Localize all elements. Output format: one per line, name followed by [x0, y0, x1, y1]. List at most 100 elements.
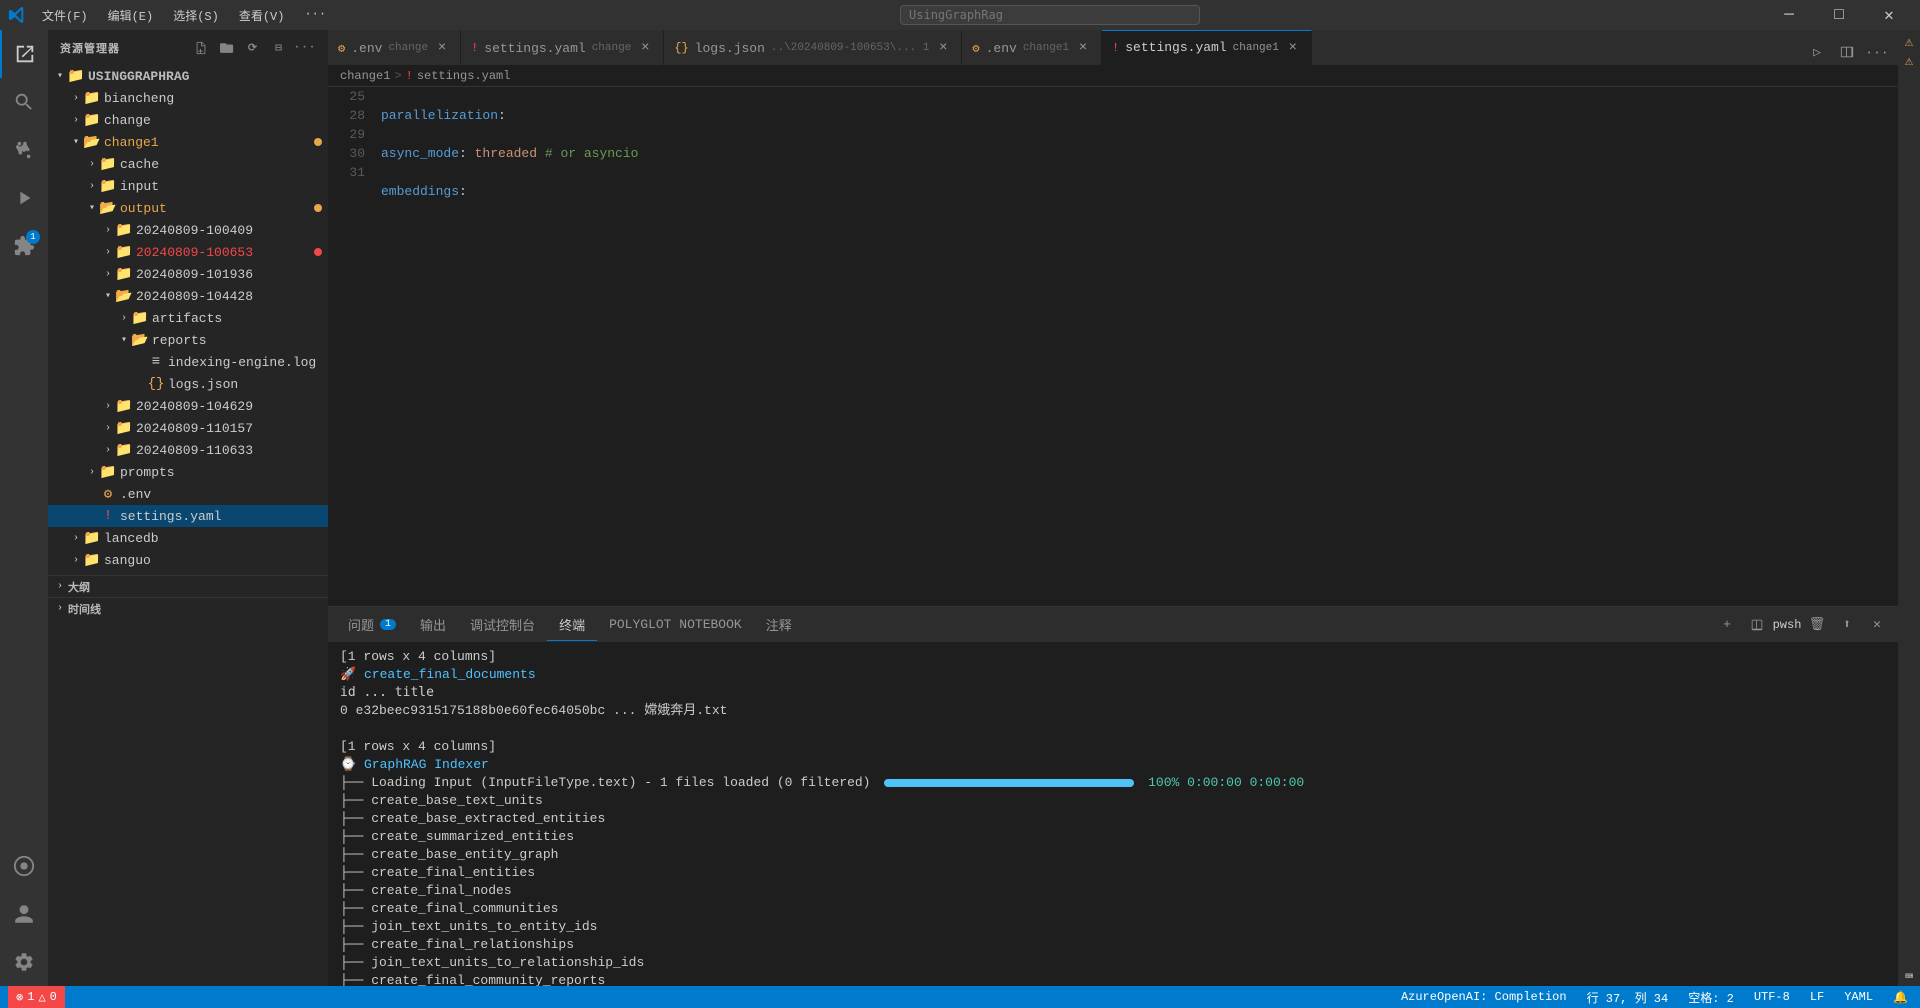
panel-tab-output[interactable]: 输出: [408, 609, 458, 641]
terminal-content[interactable]: [1 rows x 4 columns] 🚀 create_final_docu…: [328, 642, 1898, 986]
sidebar-item-artifacts[interactable]: › 📁 artifacts: [48, 307, 328, 329]
menu-more[interactable]: ···: [296, 5, 334, 26]
panel-tab-terminal[interactable]: 终端: [547, 609, 597, 641]
tree-label: cache: [120, 157, 328, 172]
status-lang[interactable]: YAML: [1840, 990, 1877, 1004]
sidebar-item-log[interactable]: › ≡ indexing-engine.log: [48, 351, 328, 373]
maximize-panel-button[interactable]: ⬆: [1834, 612, 1860, 638]
status-errors[interactable]: ⊗ 1 △ 0: [8, 986, 65, 1008]
sidebar-item-110157[interactable]: › 📁 20240809-110157: [48, 417, 328, 439]
sidebar-item-100653[interactable]: › 📁 20240809-100653: [48, 241, 328, 263]
tree-label: output: [120, 201, 314, 216]
tab-env-change[interactable]: ⚙ .env change ×: [328, 30, 461, 65]
activity-settings[interactable]: [0, 938, 48, 986]
sidebar-section-outline[interactable]: › 大纲: [48, 575, 328, 597]
close-button[interactable]: ✕: [1866, 0, 1912, 30]
run-button[interactable]: ▷: [1804, 39, 1830, 65]
new-folder-button[interactable]: [216, 37, 238, 59]
sidebar-item-input[interactable]: › 📁 input: [48, 175, 328, 197]
status-encoding[interactable]: UTF-8: [1750, 990, 1794, 1004]
sidebar-item-104629[interactable]: › 📁 20240809-104629: [48, 395, 328, 417]
chevron-right-icon: ›: [100, 266, 116, 282]
split-editor-button[interactable]: [1834, 39, 1860, 65]
sidebar-item-cache[interactable]: › 📁 cache: [48, 153, 328, 175]
sidebar-item-reports[interactable]: ▾ 📂 reports: [48, 329, 328, 351]
new-file-button[interactable]: [190, 37, 212, 59]
tree-label: biancheng: [104, 91, 328, 106]
status-bell[interactable]: 🔔: [1889, 990, 1912, 1005]
new-terminal-button[interactable]: +: [1714, 612, 1740, 638]
menu-view[interactable]: 查看(V): [231, 5, 293, 26]
tab-logs-json[interactable]: {} logs.json ..\20240809-100653\... 1 ×: [664, 30, 962, 65]
tab-label: .env: [986, 41, 1017, 56]
terminal-line: ├── create_final_relationships: [340, 936, 1886, 954]
activity-source-control[interactable]: [0, 126, 48, 174]
terminal-line: ├── create_final_entities: [340, 864, 1886, 882]
breadcrumb-part[interactable]: change1: [340, 69, 390, 83]
sidebar-item-settings-yaml[interactable]: › ! settings.yaml: [48, 505, 328, 527]
collapse-button[interactable]: ⊟: [268, 37, 290, 59]
panel-tab-label: 输出: [420, 615, 446, 634]
tab-close-button[interactable]: ×: [1285, 40, 1301, 56]
panel-tab-polyglot[interactable]: POLYGLOT NOTEBOOK: [597, 611, 754, 639]
breadcrumb-file[interactable]: settings.yaml: [417, 69, 511, 83]
tab-close-button[interactable]: ×: [637, 40, 653, 56]
sidebar-item-100409[interactable]: › 📁 20240809-100409: [48, 219, 328, 241]
status-azure[interactable]: AzureOpenAI: Completion: [1397, 990, 1571, 1004]
tab-close-button[interactable]: ×: [434, 40, 450, 56]
sidebar-item-prompts[interactable]: › 📁 prompts: [48, 461, 328, 483]
tree-label: sanguo: [104, 553, 328, 568]
sidebar-item-sanguo[interactable]: › 📁 sanguo: [48, 549, 328, 571]
more-button[interactable]: ···: [294, 37, 316, 59]
tab-settings-change[interactable]: ! settings.yaml change ×: [461, 30, 664, 65]
more-actions-button[interactable]: ···: [1864, 39, 1890, 65]
activity-extensions[interactable]: 1: [0, 222, 48, 270]
menu-file[interactable]: 文件(F): [34, 5, 96, 26]
sidebar-item-110633[interactable]: › 📁 20240809-110633: [48, 439, 328, 461]
sidebar-item-101936[interactable]: › 📁 20240809-101936: [48, 263, 328, 285]
sidebar-item-biancheng[interactable]: › 📁 biancheng: [48, 87, 328, 109]
activity-account[interactable]: [0, 890, 48, 938]
panel-tab-debug[interactable]: 调试控制台: [458, 609, 547, 641]
sidebar-item-change1[interactable]: ▾ 📂 change1: [48, 131, 328, 153]
status-line-col[interactable]: 行 37, 列 34: [1583, 989, 1673, 1006]
sidebar-item-104428[interactable]: ▾ 📂 20240809-104428: [48, 285, 328, 307]
tab-settings-change1[interactable]: ! settings.yaml change1 ×: [1102, 30, 1312, 65]
file-yaml-icon: !: [100, 508, 116, 524]
sidebar-item-env[interactable]: › ⚙ .env: [48, 483, 328, 505]
sidebar-item-lancedb[interactable]: › 📁 lancedb: [48, 527, 328, 549]
tab-env-change1[interactable]: ⚙ .env change1 ×: [962, 30, 1102, 65]
status-spaces[interactable]: 空格: 2: [1684, 989, 1738, 1006]
activity-search[interactable]: [0, 78, 48, 126]
activity-remote[interactable]: [0, 842, 48, 890]
panel-tab-comments[interactable]: 注释: [754, 609, 804, 641]
folder-closed-icon: 📁: [100, 156, 116, 172]
code-editor[interactable]: 25 28 29 30 31 parallelization: async_mo…: [328, 87, 1898, 606]
activity-explorer[interactable]: [0, 30, 48, 78]
tab-close-button[interactable]: ×: [935, 40, 951, 56]
refresh-button[interactable]: ⟳: [242, 37, 264, 59]
close-panel-button[interactable]: ✕: [1864, 612, 1890, 638]
tree-label: prompts: [120, 465, 328, 480]
sidebar-item-logs-json[interactable]: › {} logs.json: [48, 373, 328, 395]
sidebar-item-change[interactable]: › 📁 change: [48, 109, 328, 131]
menu-select[interactable]: 选择(S): [165, 5, 227, 26]
tab-close-button[interactable]: ×: [1075, 40, 1091, 56]
terminal-icon: ⌨: [1905, 969, 1913, 986]
tree-label: settings.yaml: [120, 509, 328, 524]
panel-tab-problems[interactable]: 问题 1: [336, 609, 408, 641]
chevron-right-icon: ›: [68, 530, 84, 546]
status-eol[interactable]: LF: [1806, 990, 1828, 1004]
minimize-button[interactable]: ─: [1766, 0, 1812, 30]
tree-root[interactable]: ▾ 📁 USINGGRAPHRAG: [48, 65, 328, 87]
activity-run[interactable]: [0, 174, 48, 222]
kill-terminal-button[interactable]: 🗑: [1804, 612, 1830, 638]
folder-closed-icon: 📁: [84, 552, 100, 568]
menu-edit[interactable]: 编辑(E): [100, 5, 162, 26]
search-input[interactable]: [900, 5, 1200, 25]
sidebar-section-timeline[interactable]: › 时间线: [48, 597, 328, 619]
maximize-button[interactable]: □: [1816, 0, 1862, 30]
sidebar-item-output[interactable]: ▾ 📂 output: [48, 197, 328, 219]
warning-icon-2: ⚠: [1905, 53, 1913, 70]
split-terminal-button[interactable]: [1744, 612, 1770, 638]
